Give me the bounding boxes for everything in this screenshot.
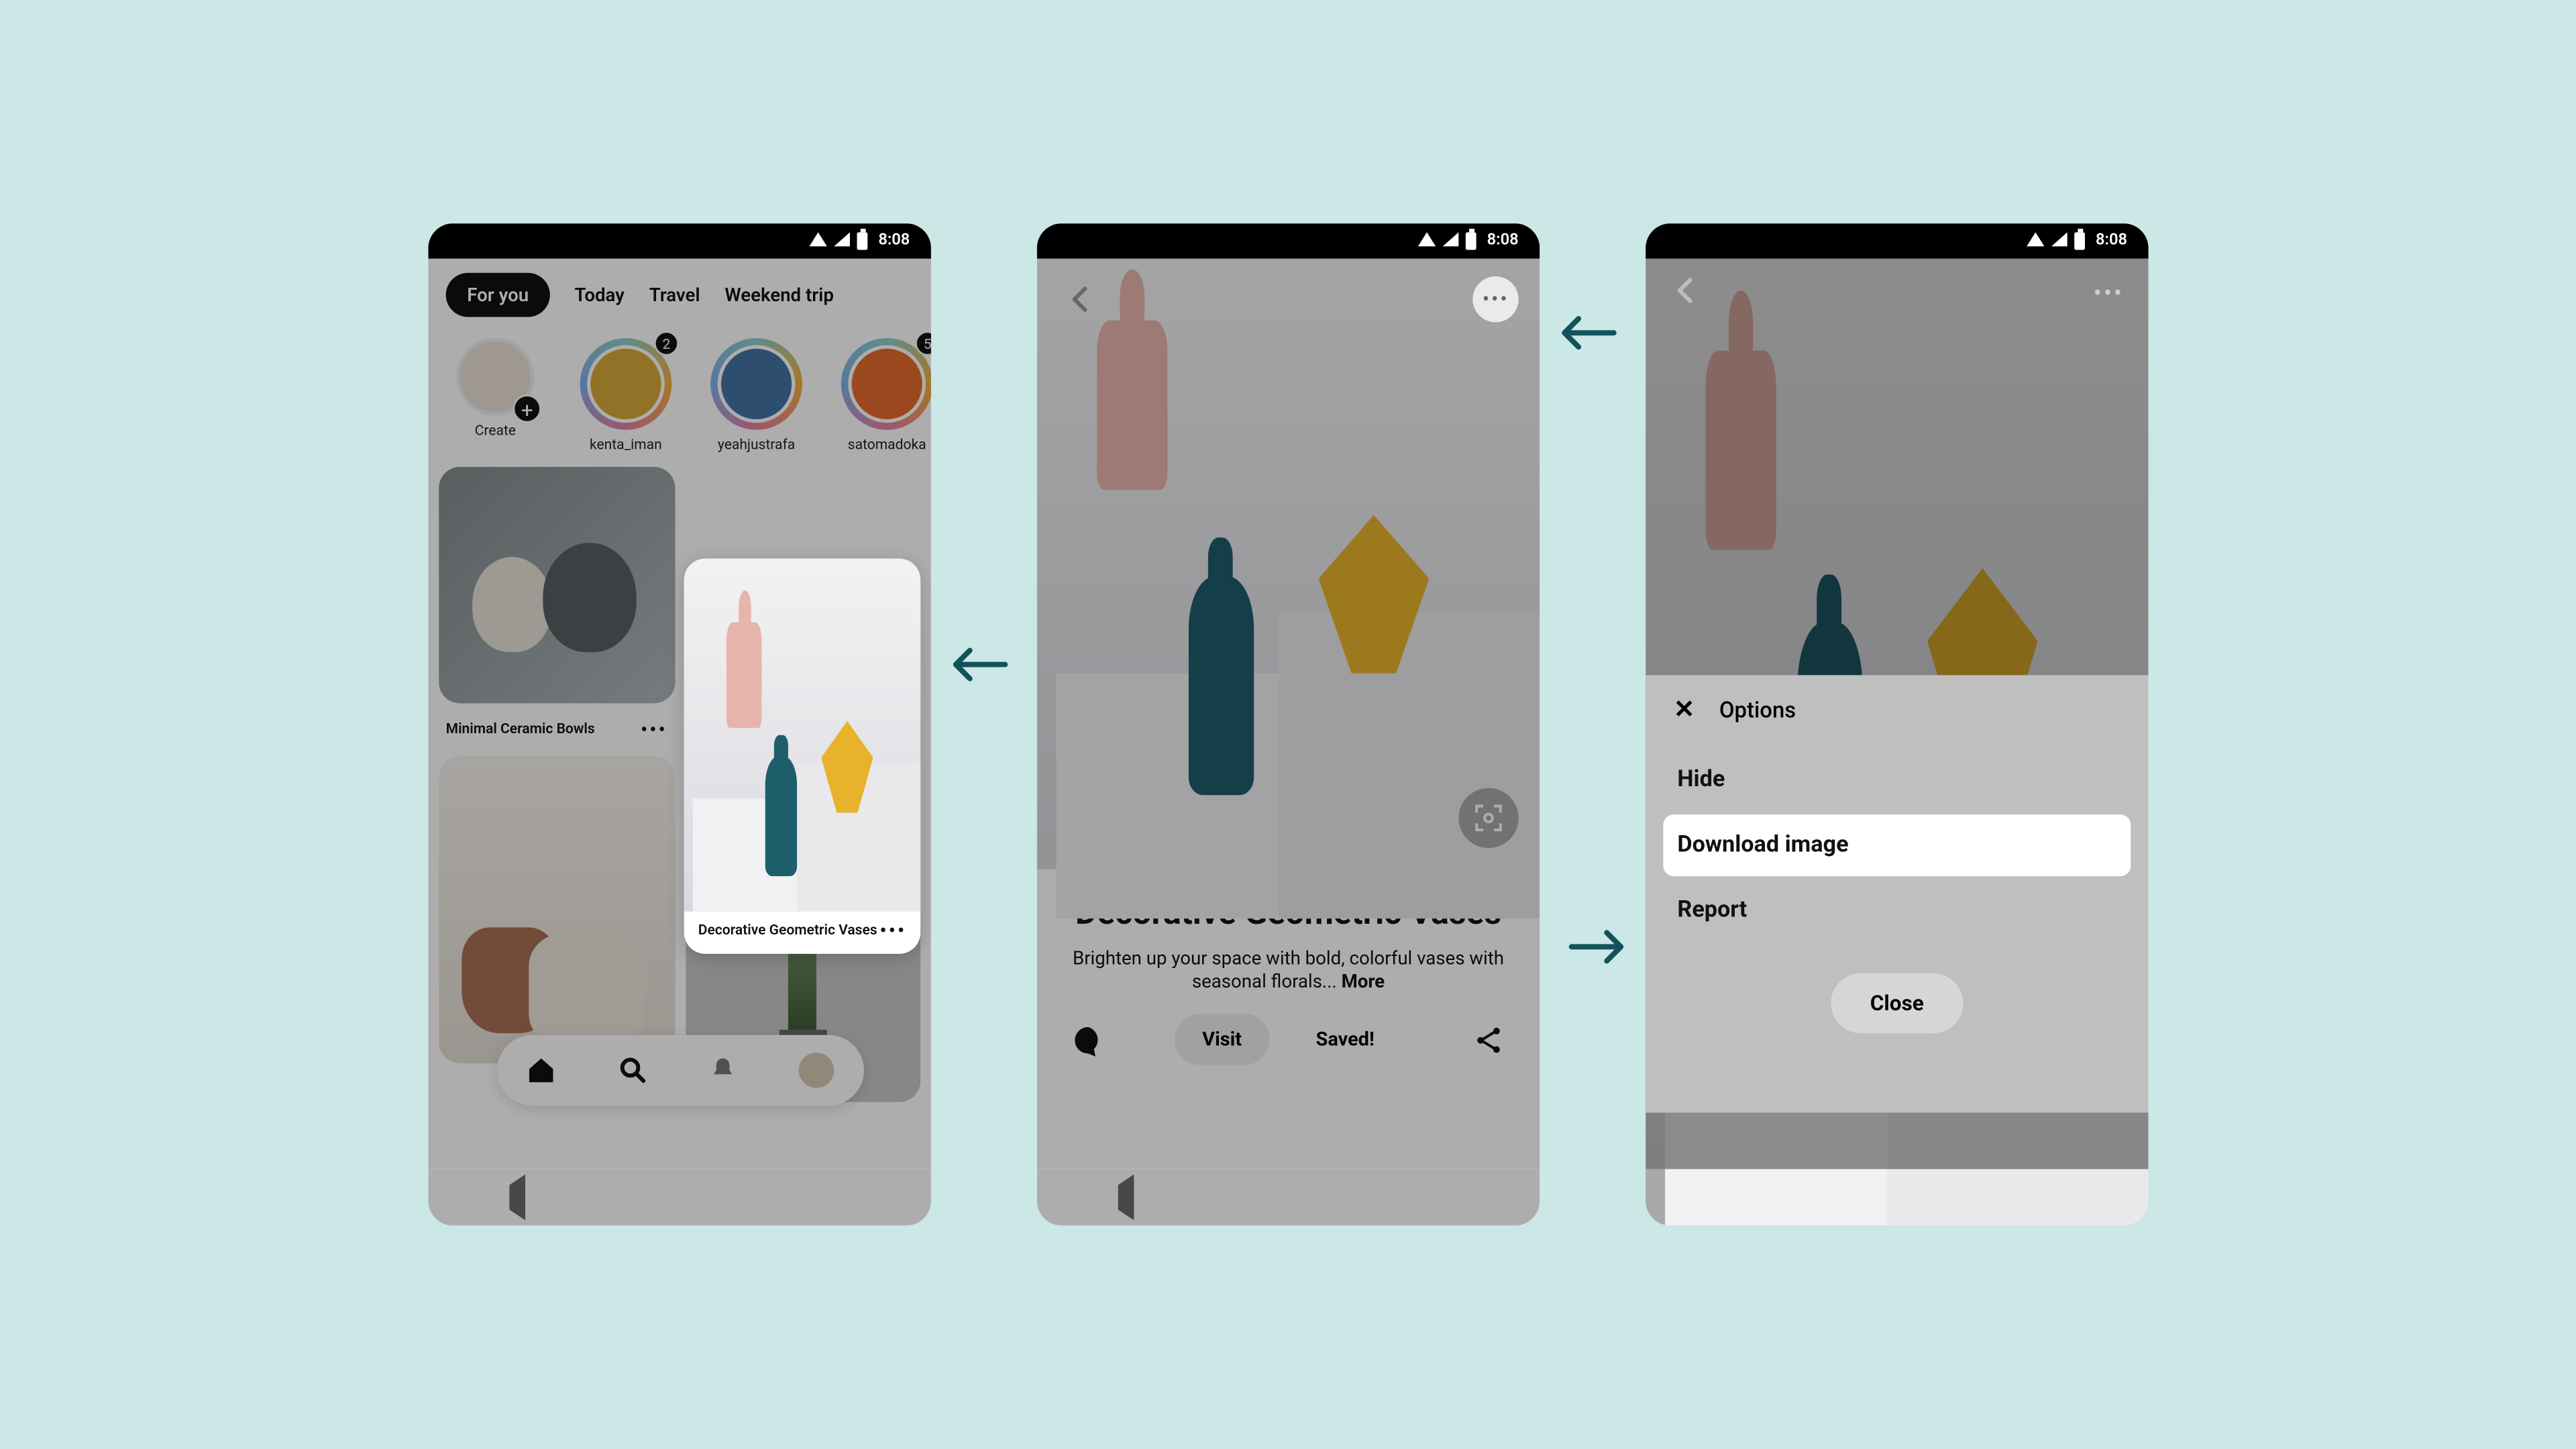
story-badge: 2 bbox=[654, 331, 679, 356]
more-icon[interactable]: ••• bbox=[2093, 280, 2123, 308]
bell-icon[interactable] bbox=[707, 1055, 739, 1086]
option-report[interactable]: Report bbox=[1663, 879, 2131, 941]
sheet-title: Options bbox=[1719, 697, 1795, 723]
battery-icon bbox=[1466, 232, 1477, 250]
phone-feed: 8:08 For you Today Travel Weekend trip +… bbox=[428, 223, 931, 1226]
status-time: 8:08 bbox=[2096, 232, 2127, 250]
back-key[interactable] bbox=[1118, 1185, 1134, 1210]
lens-icon[interactable] bbox=[1458, 788, 1518, 848]
saved-label: Saved! bbox=[1287, 1014, 1402, 1065]
stories-row: + Create 2 kenta_iman yeahjustrafa bbox=[428, 327, 931, 467]
story-label: kenta_iman bbox=[590, 437, 662, 453]
tab-weekend-trip[interactable]: Weekend trip bbox=[724, 283, 833, 306]
phone-options: 8:08 ••• ✕ Options Hide Download image R… bbox=[1646, 223, 2149, 1226]
status-bar: 8:08 bbox=[428, 223, 931, 259]
battery-icon bbox=[2074, 232, 2085, 250]
search-icon[interactable] bbox=[616, 1055, 648, 1086]
story-label: satomadoka bbox=[847, 437, 926, 453]
story-label: Create bbox=[474, 423, 515, 439]
tab-today[interactable]: Today bbox=[574, 283, 624, 306]
status-time: 8:08 bbox=[1487, 232, 1518, 250]
tutorial-arrow-3 bbox=[1568, 926, 1631, 968]
more-icon[interactable]: ••• bbox=[879, 922, 906, 938]
options-sheet: ✕ Options Hide Download image Report Clo… bbox=[1646, 675, 2149, 1112]
pin-card-bed[interactable] bbox=[439, 756, 674, 1063]
pin-detail-screen: Decorative Geometric Vases Brighten up y… bbox=[1036, 259, 1540, 1169]
tutorial-arrow-1 bbox=[945, 643, 1008, 686]
pin-description: Brighten up your space with bold, colorf… bbox=[1072, 947, 1503, 992]
signal-icon bbox=[1442, 231, 1458, 251]
pin-card-bowls[interactable] bbox=[439, 467, 674, 703]
more-link[interactable]: More bbox=[1341, 970, 1385, 993]
status-bar: 8:08 bbox=[1646, 223, 2149, 259]
back-icon[interactable] bbox=[1670, 274, 1701, 313]
tab-for-you[interactable]: For you bbox=[445, 273, 549, 317]
feed-screen: For you Today Travel Weekend trip + Crea… bbox=[428, 259, 931, 1169]
wifi-icon bbox=[809, 231, 826, 251]
phone-detail: 8:08 Decorative Geometric Vases Brighten… bbox=[1036, 223, 1540, 1226]
signal-icon bbox=[834, 231, 850, 251]
more-options-button[interactable]: ••• bbox=[1472, 276, 1518, 322]
pin-title: Decorative Geometric Vases bbox=[698, 922, 877, 940]
battery-icon bbox=[857, 232, 867, 250]
option-download-image[interactable]: Download image bbox=[1663, 814, 2131, 876]
pin-card-vases-highlight[interactable]: Decorative Geometric Vases ••• bbox=[684, 559, 920, 954]
wifi-icon bbox=[1418, 231, 1436, 251]
close-icon[interactable]: ✕ bbox=[1674, 696, 1695, 724]
avatar[interactable] bbox=[798, 1053, 834, 1088]
story-user-3[interactable]: 5 satomadoka bbox=[841, 338, 930, 453]
android-nav bbox=[1036, 1169, 1540, 1226]
story-label: yeahjustrafa bbox=[717, 437, 794, 453]
story-badge: 5 bbox=[915, 331, 931, 356]
comment-icon[interactable] bbox=[1069, 1020, 1108, 1059]
pin-image bbox=[684, 559, 920, 912]
pin-image bbox=[439, 756, 674, 1063]
pin-meta: Minimal Ceramic Bowls ••• bbox=[439, 714, 674, 745]
story-user-2[interactable]: yeahjustrafa bbox=[710, 338, 802, 453]
more-icon[interactable]: ••• bbox=[640, 721, 667, 737]
options-screen: ••• ✕ Options Hide Download image Report… bbox=[1646, 259, 2149, 1169]
story-user-1[interactable]: 2 kenta_iman bbox=[580, 338, 672, 453]
status-time: 8:08 bbox=[878, 232, 910, 250]
pin-image bbox=[439, 467, 674, 703]
option-hide[interactable]: Hide bbox=[1663, 749, 2131, 811]
visit-button[interactable]: Visit bbox=[1174, 1014, 1270, 1065]
close-button[interactable]: Close bbox=[1831, 973, 1962, 1033]
action-row: Visit Saved! bbox=[1036, 993, 1540, 1093]
wifi-icon bbox=[2027, 231, 2044, 251]
home-icon[interactable] bbox=[525, 1055, 557, 1086]
feed-tabs: For you Today Travel Weekend trip bbox=[428, 259, 931, 328]
pin-title: Decorative Geometric Vases bbox=[1065, 894, 1511, 932]
bottom-nav bbox=[496, 1035, 863, 1106]
pin-detail-text: Decorative Geometric Vases Brighten up y… bbox=[1036, 869, 1540, 993]
pin-hero bbox=[1036, 259, 1540, 869]
story-create[interactable]: + Create bbox=[449, 338, 541, 453]
android-nav bbox=[428, 1169, 931, 1226]
back-key[interactable] bbox=[509, 1185, 525, 1210]
tab-travel[interactable]: Travel bbox=[649, 283, 700, 306]
back-icon[interactable] bbox=[1058, 276, 1104, 322]
signal-icon bbox=[2051, 231, 2068, 251]
share-icon[interactable] bbox=[1469, 1020, 1508, 1059]
status-bar: 8:08 bbox=[1036, 223, 1540, 259]
pin-title: Minimal Ceramic Bowls bbox=[445, 721, 594, 739]
tutorial-arrow-2 bbox=[1554, 312, 1617, 354]
